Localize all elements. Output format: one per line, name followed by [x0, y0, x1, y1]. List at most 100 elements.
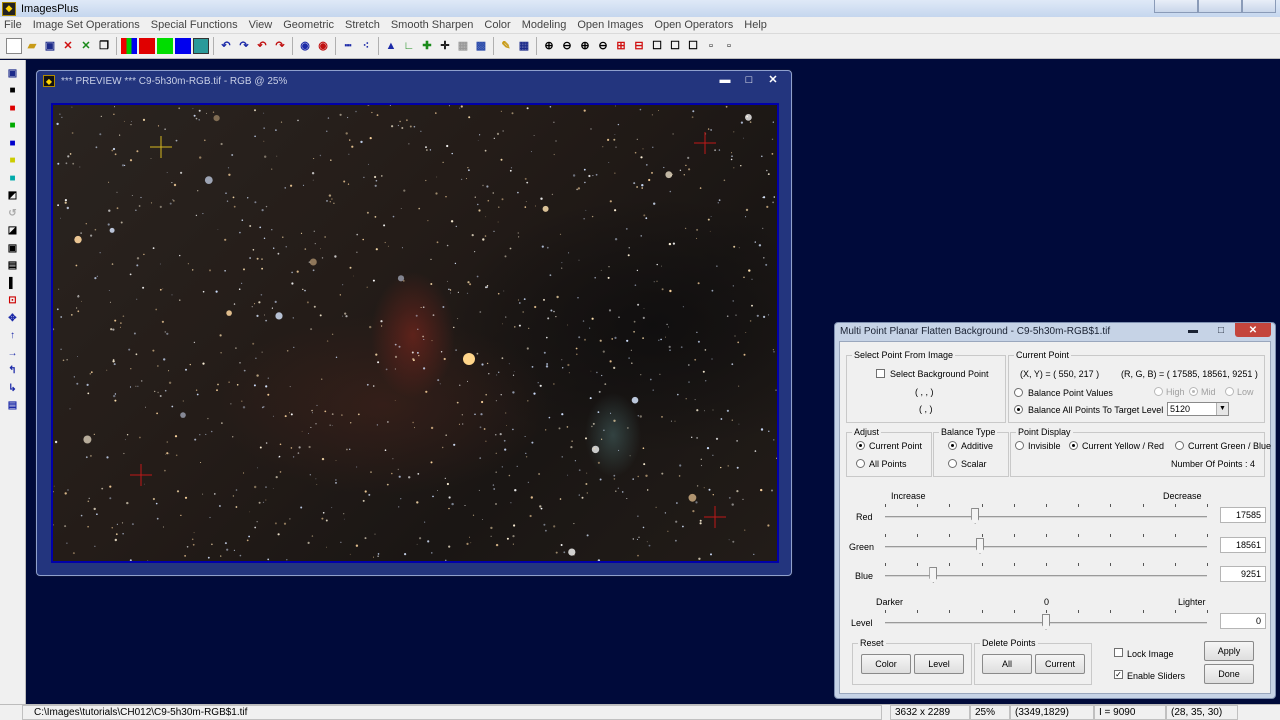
- maximize-button[interactable]: [1198, 0, 1242, 13]
- curve-icon[interactable]: ◪: [5, 224, 20, 239]
- preview-close-button[interactable]: ✕: [761, 72, 785, 87]
- menu-color[interactable]: Color: [484, 19, 510, 31]
- redo-icon[interactable]: ↷: [236, 38, 252, 54]
- low-radio[interactable]: [1225, 387, 1234, 396]
- copy-icon[interactable]: ❐: [96, 38, 112, 54]
- axis-icon[interactable]: ∟: [401, 38, 417, 54]
- frame-icon[interactable]: ▣: [5, 241, 20, 256]
- save-icon[interactable]: ▣: [42, 38, 58, 54]
- red-slider-track[interactable]: [885, 516, 1207, 518]
- rgb-channels-icon[interactable]: [121, 38, 137, 54]
- apply-button[interactable]: Apply: [1204, 641, 1254, 661]
- select-background-point-checkbox[interactable]: [876, 369, 885, 378]
- chevron-down-icon[interactable]: ▼: [1216, 403, 1228, 415]
- red-point-marker-2[interactable]: [130, 464, 152, 486]
- reset-color-button[interactable]: Color: [861, 654, 911, 674]
- red-slider-thumb[interactable]: [971, 508, 980, 524]
- menu-file[interactable]: File: [4, 19, 22, 31]
- enable-sliders-checkbox[interactable]: ✓: [1114, 670, 1123, 679]
- channel-grid-icon[interactable]: [193, 38, 209, 54]
- pencil-icon[interactable]: ✎: [498, 38, 514, 54]
- astro-image[interactable]: [53, 105, 777, 561]
- green-square-icon[interactable]: ■: [5, 119, 20, 134]
- green-slider-track[interactable]: [885, 546, 1207, 548]
- delete-all-points-button[interactable]: All: [982, 654, 1032, 674]
- dotted-line-icon[interactable]: ┅: [340, 38, 356, 54]
- menu-stretch[interactable]: Stretch: [345, 19, 380, 31]
- new-file-icon[interactable]: [6, 38, 22, 54]
- black-bar-icon[interactable]: ▌: [5, 276, 20, 291]
- table-icon[interactable]: ▦: [516, 38, 532, 54]
- record-blue-icon[interactable]: ◉: [297, 38, 313, 54]
- black-square-icon[interactable]: ■: [5, 84, 20, 99]
- blue-square-icon[interactable]: ■: [5, 136, 20, 151]
- rotate-icon[interactable]: ↺: [5, 206, 20, 221]
- adjust-all-points-radio[interactable]: [856, 459, 865, 468]
- dialog-maximize-button[interactable]: □: [1207, 323, 1235, 337]
- high-radio[interactable]: [1154, 387, 1163, 396]
- zoom-fit-icon[interactable]: ⊕: [577, 38, 593, 54]
- frame-3-icon[interactable]: ☐: [685, 38, 701, 54]
- add-icon[interactable]: ✚: [419, 38, 435, 54]
- zoom-in-icon[interactable]: ⊕: [541, 38, 557, 54]
- record-red-icon[interactable]: ◉: [315, 38, 331, 54]
- frame-2-icon[interactable]: ☐: [667, 38, 683, 54]
- minimize-button[interactable]: [1154, 0, 1198, 13]
- level-slider-thumb[interactable]: [1042, 614, 1050, 630]
- menu-modeling[interactable]: Modeling: [522, 19, 567, 31]
- menu-open-operators[interactable]: Open Operators: [654, 19, 733, 31]
- blue-slider-thumb[interactable]: [929, 567, 938, 583]
- close-button[interactable]: [1242, 0, 1276, 13]
- cyan-square-icon[interactable]: ■: [5, 171, 20, 186]
- levels-icon[interactable]: ▤: [5, 259, 20, 274]
- rotate-right-icon[interactable]: ↳: [5, 381, 20, 396]
- scalar-radio[interactable]: [948, 459, 957, 468]
- invisible-radio[interactable]: [1015, 441, 1024, 450]
- menu-image-set-operations[interactable]: Image Set Operations: [33, 19, 140, 31]
- red-channel-icon[interactable]: [139, 38, 155, 54]
- green-channel-icon[interactable]: [157, 38, 173, 54]
- crosshair-icon[interactable]: ✛: [437, 38, 453, 54]
- frame-5-icon[interactable]: ▫: [721, 38, 737, 54]
- done-button[interactable]: Done: [1204, 664, 1254, 684]
- open-folder-icon[interactable]: ▰: [24, 38, 40, 54]
- rotate-left-icon[interactable]: ↰: [5, 364, 20, 379]
- dialog-minimize-button[interactable]: ▬: [1179, 323, 1207, 337]
- move-icon[interactable]: ✥: [5, 311, 20, 326]
- menu-smooth-sharpen[interactable]: Smooth Sharpen: [391, 19, 474, 31]
- reset-level-button[interactable]: Level: [914, 654, 964, 674]
- arrow-right-icon[interactable]: →: [5, 346, 20, 361]
- remove-red-icon[interactable]: ⊟: [631, 38, 647, 54]
- grid-icon[interactable]: ▦: [455, 38, 471, 54]
- delete-current-point-button[interactable]: Current: [1035, 654, 1085, 674]
- photo-icon[interactable]: ▩: [473, 38, 489, 54]
- menu-geometric[interactable]: Geometric: [283, 19, 334, 31]
- save-disk-icon[interactable]: ▣: [5, 66, 20, 81]
- mid-radio[interactable]: [1189, 387, 1198, 396]
- point-select-icon[interactable]: ⁖: [358, 38, 374, 54]
- balance-point-values-radio[interactable]: [1014, 388, 1023, 397]
- target-level-select[interactable]: 5120 ▼: [1167, 402, 1229, 416]
- frame-4-icon[interactable]: ▫: [703, 38, 719, 54]
- yellow-square-icon[interactable]: ■: [5, 154, 20, 169]
- redo-all-icon[interactable]: ↷: [272, 38, 288, 54]
- preview-minimize-button[interactable]: ▬: [713, 72, 737, 87]
- yellow-point-marker[interactable]: [150, 136, 172, 158]
- menu-view[interactable]: View: [249, 19, 273, 31]
- zoom-actual-icon[interactable]: ⊖: [595, 38, 611, 54]
- red-point-marker-1[interactable]: [694, 132, 716, 154]
- zoom-region-icon[interactable]: ⊡: [5, 294, 20, 309]
- arrow-up-icon[interactable]: ↑: [5, 329, 20, 344]
- blue-channel-icon[interactable]: [175, 38, 191, 54]
- lock-image-checkbox[interactable]: [1114, 648, 1123, 657]
- adjust-current-point-radio[interactable]: [856, 441, 865, 450]
- info-panel-icon[interactable]: ▤: [5, 399, 20, 414]
- current-yellow-red-radio[interactable]: [1069, 441, 1078, 450]
- additive-radio[interactable]: [948, 441, 957, 450]
- close-image-icon[interactable]: ✕: [60, 38, 76, 54]
- close-all-icon[interactable]: ✕: [78, 38, 94, 54]
- current-green-blue-radio[interactable]: [1175, 441, 1184, 450]
- dialog-close-button[interactable]: ✕: [1235, 323, 1271, 337]
- gray-square-icon[interactable]: ◩: [5, 189, 20, 204]
- red-square-icon[interactable]: ■: [5, 101, 20, 116]
